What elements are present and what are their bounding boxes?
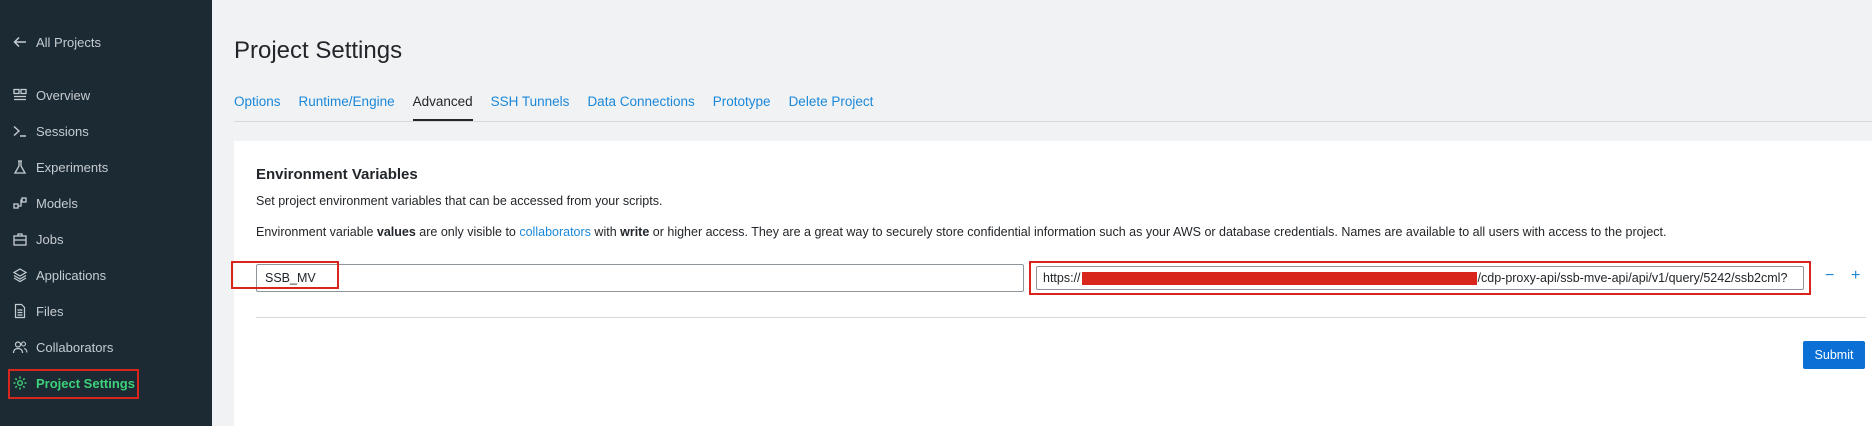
divider (256, 317, 1866, 318)
env-access-note: Environment variable values are only vis… (256, 225, 1666, 239)
briefcase-icon (12, 231, 28, 247)
terminal-icon (12, 123, 28, 139)
tab-prototype[interactable]: Prototype (713, 94, 771, 121)
tab-ssh-tunnels[interactable]: SSH Tunnels (491, 94, 570, 121)
sidebar-item-applications[interactable]: Applications (12, 261, 106, 289)
tab-data-connections[interactable]: Data Connections (587, 94, 694, 121)
env-name-input[interactable]: SSB_MV (256, 264, 1024, 292)
back-to-all-projects[interactable]: All Projects (12, 28, 101, 56)
tab-runtime-engine[interactable]: Runtime/Engine (299, 94, 395, 121)
note-text: or higher access. They are a great way t… (649, 225, 1667, 239)
note-bold-values: values (376, 225, 416, 239)
models-icon (12, 195, 28, 211)
sidebar-item-experiments[interactable]: Experiments (12, 153, 108, 181)
submit-button[interactable]: Submit (1803, 341, 1865, 369)
highlight-box-env-name (231, 261, 339, 289)
file-icon (12, 303, 28, 319)
people-icon (12, 339, 28, 355)
sidebar-item-label: Applications (36, 267, 107, 283)
environment-variables-card: Environment Variables Set project enviro… (231, 141, 1872, 426)
highlight-box-env-value (1029, 261, 1811, 295)
remove-variable-button[interactable]: − (1825, 267, 1834, 285)
tab-delete-project[interactable]: Delete Project (789, 94, 874, 121)
sidebar-item-files[interactable]: Files (12, 297, 63, 325)
tab-options[interactable]: Options (234, 94, 281, 121)
back-label: All Projects (36, 34, 102, 50)
sidebar-item-sessions[interactable]: Sessions (12, 117, 89, 145)
flask-icon (12, 159, 28, 175)
sidebar-item-label: Overview (36, 87, 91, 103)
sidebar-item-label: Sessions (36, 123, 89, 139)
sidebar-item-label: Files (36, 303, 64, 319)
sidebar-item-models[interactable]: Models (12, 189, 78, 217)
sidebar-item-label: Jobs (36, 231, 64, 247)
settings-tabs: Options Runtime/Engine Advanced SSH Tunn… (234, 94, 1872, 122)
note-bold-write: write (620, 225, 650, 239)
layers-icon (12, 267, 28, 283)
highlight-box-project-settings (8, 369, 139, 399)
tab-advanced[interactable]: Advanced (412, 94, 473, 121)
sidebar-item-label: Models (36, 195, 78, 211)
section-title: Environment Variables (256, 166, 418, 183)
note-text: are only visible to (415, 225, 520, 239)
overview-icon (12, 87, 28, 103)
sidebar-item-jobs[interactable]: Jobs (12, 225, 63, 253)
sidebar: All Projects Overview Sessions Experimen… (0, 0, 212, 426)
note-text: Environment variable (256, 225, 377, 239)
sidebar-item-label: Experiments (36, 159, 109, 175)
sidebar-item-label: Collaborators (36, 339, 114, 355)
note-text: with (590, 225, 621, 239)
arrow-left-icon (12, 34, 28, 50)
page-title: Project Settings (234, 37, 403, 64)
add-variable-button[interactable]: + (1851, 267, 1860, 285)
collaborators-link[interactable]: collaborators (519, 225, 591, 239)
sidebar-item-collaborators[interactable]: Collaborators (12, 333, 113, 361)
main-content: Project Settings Options Runtime/Engine … (212, 0, 1872, 426)
sidebar-item-overview[interactable]: Overview (12, 81, 90, 109)
env-description: Set project environment variables that c… (256, 194, 663, 208)
